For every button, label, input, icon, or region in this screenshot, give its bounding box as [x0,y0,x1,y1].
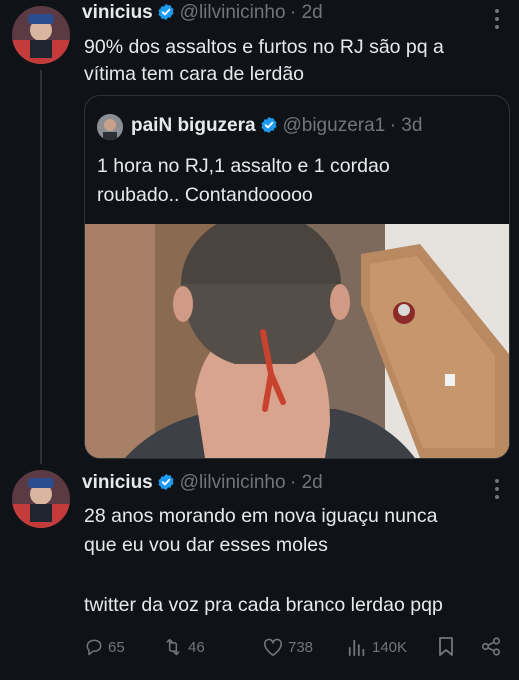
verified-icon [158,473,174,491]
verified-icon [261,116,277,134]
tweet1-handle[interactable]: @lilvinicinho [180,2,286,23]
repost-count: 46 [188,638,205,656]
tweet2-time[interactable]: · 2d [290,472,323,493]
repost-button[interactable]: 46 [162,637,205,657]
views-count: 140K [372,638,408,656]
tweet2-text-line1: 28 anos morando em nova iguaçu nunca [84,505,438,527]
tweet2-header: vinicius @lilvinicinho · 2d [82,472,323,494]
tweet1-time[interactable]: · 2d [290,2,323,23]
repost-icon [166,638,180,656]
tweet2-text-line2: que eu vou dar esses moles [84,534,328,556]
quote-tweet-card[interactable]: paiN biguzera @biguzera1 · 3d 1 hora no … [84,95,510,459]
more-icon[interactable] [494,8,500,35]
tweet2-name[interactable]: vinicius [82,472,153,493]
more-icon[interactable] [494,478,500,505]
quote-name: paiN biguzera [131,115,256,136]
quote-avatar [97,114,123,140]
quote-handle: @biguzera1 [282,115,386,136]
tweet1-name[interactable]: vinicius [82,2,153,23]
quote-time: · 3d [389,115,423,136]
quote-header: paiN biguzera @biguzera1 · 3d [131,115,422,137]
thread-line [40,70,42,464]
like-button[interactable]: 738 [262,637,313,657]
views-button[interactable]: 140K [346,637,407,657]
views-icon [348,639,365,657]
tweet2-handle[interactable]: @lilvinicinho [180,472,286,493]
quote-text-line1: 1 hora no RJ,1 assalto e 1 cordao [97,155,390,177]
tweet1-text-line2: vítima tem cara de lerdão [84,63,305,85]
verified-icon [158,3,174,21]
tweet1-header: vinicius @lilvinicinho · 2d [82,2,323,24]
tweet2-text-line3: twitter da voz pra cada branco lerdao pq… [84,594,443,616]
quote-photo[interactable] [85,224,509,458]
reply-count: 65 [108,638,125,656]
tweet1-text-line1: 90% dos assaltos e furtos no RJ são pq a [84,36,444,58]
like-count: 738 [288,638,314,656]
reply-icon [86,639,102,656]
share-icon[interactable] [480,636,502,662]
avatar-vinicius[interactable] [12,470,70,528]
reply-button[interactable]: 65 [84,637,125,657]
avatar-vinicius[interactable] [12,6,70,64]
quote-text-line2: roubado.. Contandooooo [97,184,313,206]
like-icon [263,638,283,656]
bookmark-icon[interactable] [437,636,455,662]
